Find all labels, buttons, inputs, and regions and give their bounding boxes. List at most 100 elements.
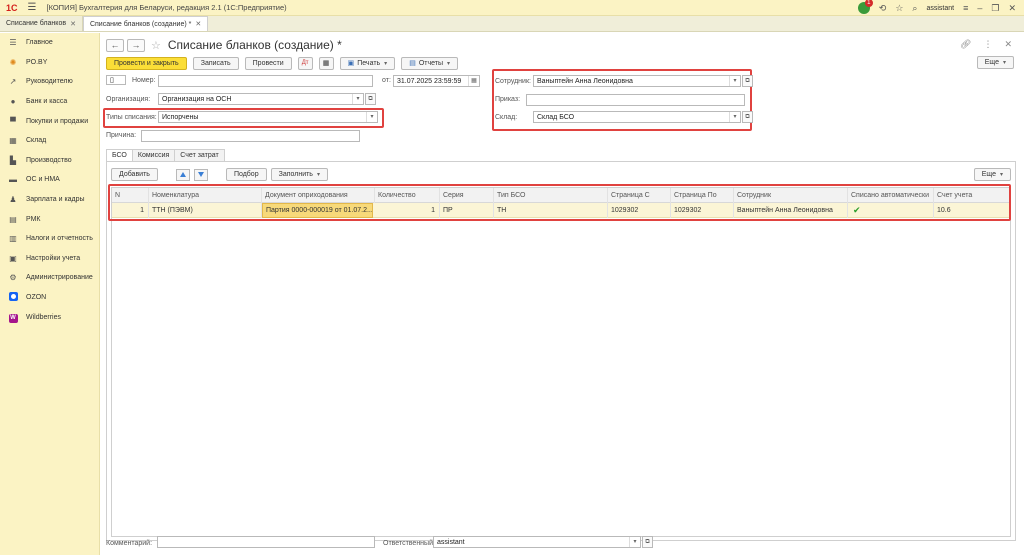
sidebar-item-label: РМК	[26, 215, 41, 223]
app-logo: 1С	[6, 2, 18, 13]
chevron-down-icon[interactable]: ▾	[729, 112, 740, 122]
pick-button[interactable]: Подбор	[225, 168, 267, 181]
minimize-icon[interactable]: –	[977, 3, 982, 13]
sidebar-item-salary[interactable]: ♟ Зарплата и кадры	[0, 190, 99, 210]
sidebar-item-label: ОС и НМА	[26, 176, 60, 184]
history-icon[interactable]: ⟲	[879, 3, 887, 14]
tab-writeoff-list[interactable]: Списание бланков ✕	[0, 16, 83, 31]
accounting-entries-icon[interactable]: Дт	[297, 56, 313, 70]
sidebar-item-poby[interactable]: ✺ PO.BY	[0, 53, 99, 73]
print-button[interactable]: ▣ Печать ▾	[339, 56, 396, 70]
print-label: Печать	[357, 59, 381, 67]
user-name[interactable]: assistant	[926, 5, 954, 12]
chevron-down-icon: ▾	[316, 172, 320, 178]
more-button[interactable]: Еще ▾	[976, 56, 1014, 69]
warehouse-open-button[interactable]: ⧉	[742, 111, 753, 123]
reports-button[interactable]: ▤ Отчеты ▾	[401, 56, 459, 70]
sidebar-item-admin[interactable]: ⚙ Администрирование	[0, 268, 99, 288]
employee-field[interactable]: Ваныптейн Анна Леонидовна ▾	[533, 75, 741, 87]
cart-icon: ▀	[10, 116, 16, 126]
close-icon[interactable]: ✕	[1008, 3, 1016, 14]
sidebar-item-label: OZON	[26, 294, 47, 302]
app-title: [КОПИЯ] Бухгалтерия для Беларуси, редакц…	[46, 3, 287, 12]
organization-field[interactable]: Организация на ОСН ▾	[158, 93, 364, 105]
notifications-icon[interactable]: 1	[857, 0, 873, 14]
sidebar-item-ozon[interactable]: OZON	[0, 288, 99, 308]
reason-field[interactable]	[141, 130, 360, 142]
responsible-open-button[interactable]: ⧉	[642, 536, 653, 548]
writeoff-type-field[interactable]: Испорчены ▾	[158, 111, 378, 123]
post-button[interactable]: Провести	[244, 56, 292, 70]
sidebar-item-label: Настройки учета	[26, 254, 81, 262]
comment-field[interactable]	[157, 536, 375, 548]
sidebar-item-main[interactable]: ☰ Главное	[0, 33, 99, 53]
number-prefix-field[interactable]: ▯	[106, 75, 126, 85]
back-button[interactable]: ←	[106, 38, 124, 52]
link-icon[interactable]: 🔗︎	[960, 39, 971, 50]
move-up-button[interactable]	[175, 168, 190, 181]
move-down-button[interactable]	[193, 168, 208, 181]
chevron-down-icon[interactable]: ▾	[366, 112, 377, 122]
sidebar-item-production[interactable]: ▙ Производство	[0, 151, 99, 171]
printer-icon: ▣	[347, 60, 355, 67]
chevron-down-icon: ▾	[447, 60, 451, 67]
search-icon[interactable]: ⌕	[912, 3, 917, 14]
number-label: Номер:	[132, 77, 156, 84]
organization-value: Организация на ОСН	[162, 95, 232, 103]
restore-icon[interactable]: ❐	[991, 3, 999, 14]
warehouse-icon: ▦	[9, 136, 17, 146]
tab-label: Списание бланков	[6, 20, 67, 27]
settings-menu-icon[interactable]: ≡	[963, 3, 968, 13]
sidebar-item-taxes[interactable]: ▥ Налоги и отчетность	[0, 229, 99, 249]
chevron-down-icon: ▾	[999, 172, 1003, 178]
structure-icon[interactable]: ▦	[318, 56, 334, 70]
highlight-table	[108, 184, 1011, 221]
sidebar-item-assets[interactable]: ▬ ОС и НМА	[0, 170, 99, 190]
add-row-button[interactable]: Добавить	[111, 168, 158, 181]
register-icon: ▤	[9, 214, 17, 224]
sidebar-item-rmk[interactable]: ▤ РМК	[0, 209, 99, 229]
ozon-icon	[8, 292, 18, 302]
table-more-button[interactable]: Еще ▾	[973, 168, 1011, 181]
main-menu-icon[interactable]: ☰	[28, 2, 37, 13]
sidebar-item-settings[interactable]: ▣ Настройки учета	[0, 249, 99, 269]
number-field[interactable]	[158, 75, 373, 87]
bottom-bar: Комментарий: Ответственный: assistant ▾ ⧉	[101, 533, 1024, 555]
chevron-down-icon[interactable]: ▾	[729, 76, 740, 86]
more-vertical-icon[interactable]: ⋮	[983, 39, 992, 50]
tab-close-icon[interactable]: ✕	[195, 20, 201, 28]
sun-icon: ✺	[9, 57, 17, 67]
sidebar-item-warehouse[interactable]: ▦ Склад	[0, 131, 99, 151]
wildberries-icon: W	[8, 313, 18, 323]
more-label: Еще	[984, 59, 999, 66]
sidebar-item-bank[interactable]: ● Банк и касса	[0, 92, 99, 112]
sidebar-item-purchases[interactable]: ▀ Покупки и продажи	[0, 111, 99, 131]
sidebar-item-label: Wildberries	[26, 313, 62, 321]
close-form-icon[interactable]: ✕	[1004, 39, 1012, 50]
responsible-field[interactable]: assistant ▾	[433, 536, 641, 548]
date-label: от:	[382, 77, 391, 84]
favorite-star-icon[interactable]: ☆	[151, 39, 161, 52]
post-and-close-button[interactable]: Провести и закрыть	[106, 56, 187, 70]
favorites-icon[interactable]: ☆	[895, 3, 903, 14]
save-button[interactable]: Записать	[192, 56, 239, 70]
chevron-down-icon[interactable]: ▾	[629, 537, 640, 547]
warehouse-value: Склад БСО	[537, 113, 575, 121]
calendar-icon[interactable]: ▦	[468, 76, 479, 86]
tab-close-icon[interactable]: ✕	[70, 20, 76, 28]
page-title: Списание бланков (создание) *	[167, 38, 342, 52]
sidebar-item-label: Банк и касса	[26, 98, 68, 106]
fill-button[interactable]: Заполнить ▾	[270, 168, 328, 181]
sidebar-item-wildberries[interactable]: W Wildberries	[0, 307, 99, 327]
forward-button[interactable]: →	[127, 38, 145, 52]
date-field[interactable]: 31.07.2025 23:59:59 ▦	[393, 75, 480, 87]
writeoff-type-label: Типы списания:	[106, 114, 157, 121]
sidebar-item-manager[interactable]: ↗ Руководителю	[0, 72, 99, 92]
warehouse-field[interactable]: Склад БСО ▾	[533, 111, 741, 123]
chevron-down-icon[interactable]: ▾	[352, 94, 363, 104]
organization-open-button[interactable]: ⧉	[365, 93, 376, 105]
order-field[interactable]	[526, 94, 745, 106]
tab-writeoff-create[interactable]: Списание бланков (создание) * ✕	[82, 16, 209, 31]
sidebar-item-label: PO.BY	[26, 58, 48, 66]
employee-open-button[interactable]: ⧉	[742, 75, 753, 87]
